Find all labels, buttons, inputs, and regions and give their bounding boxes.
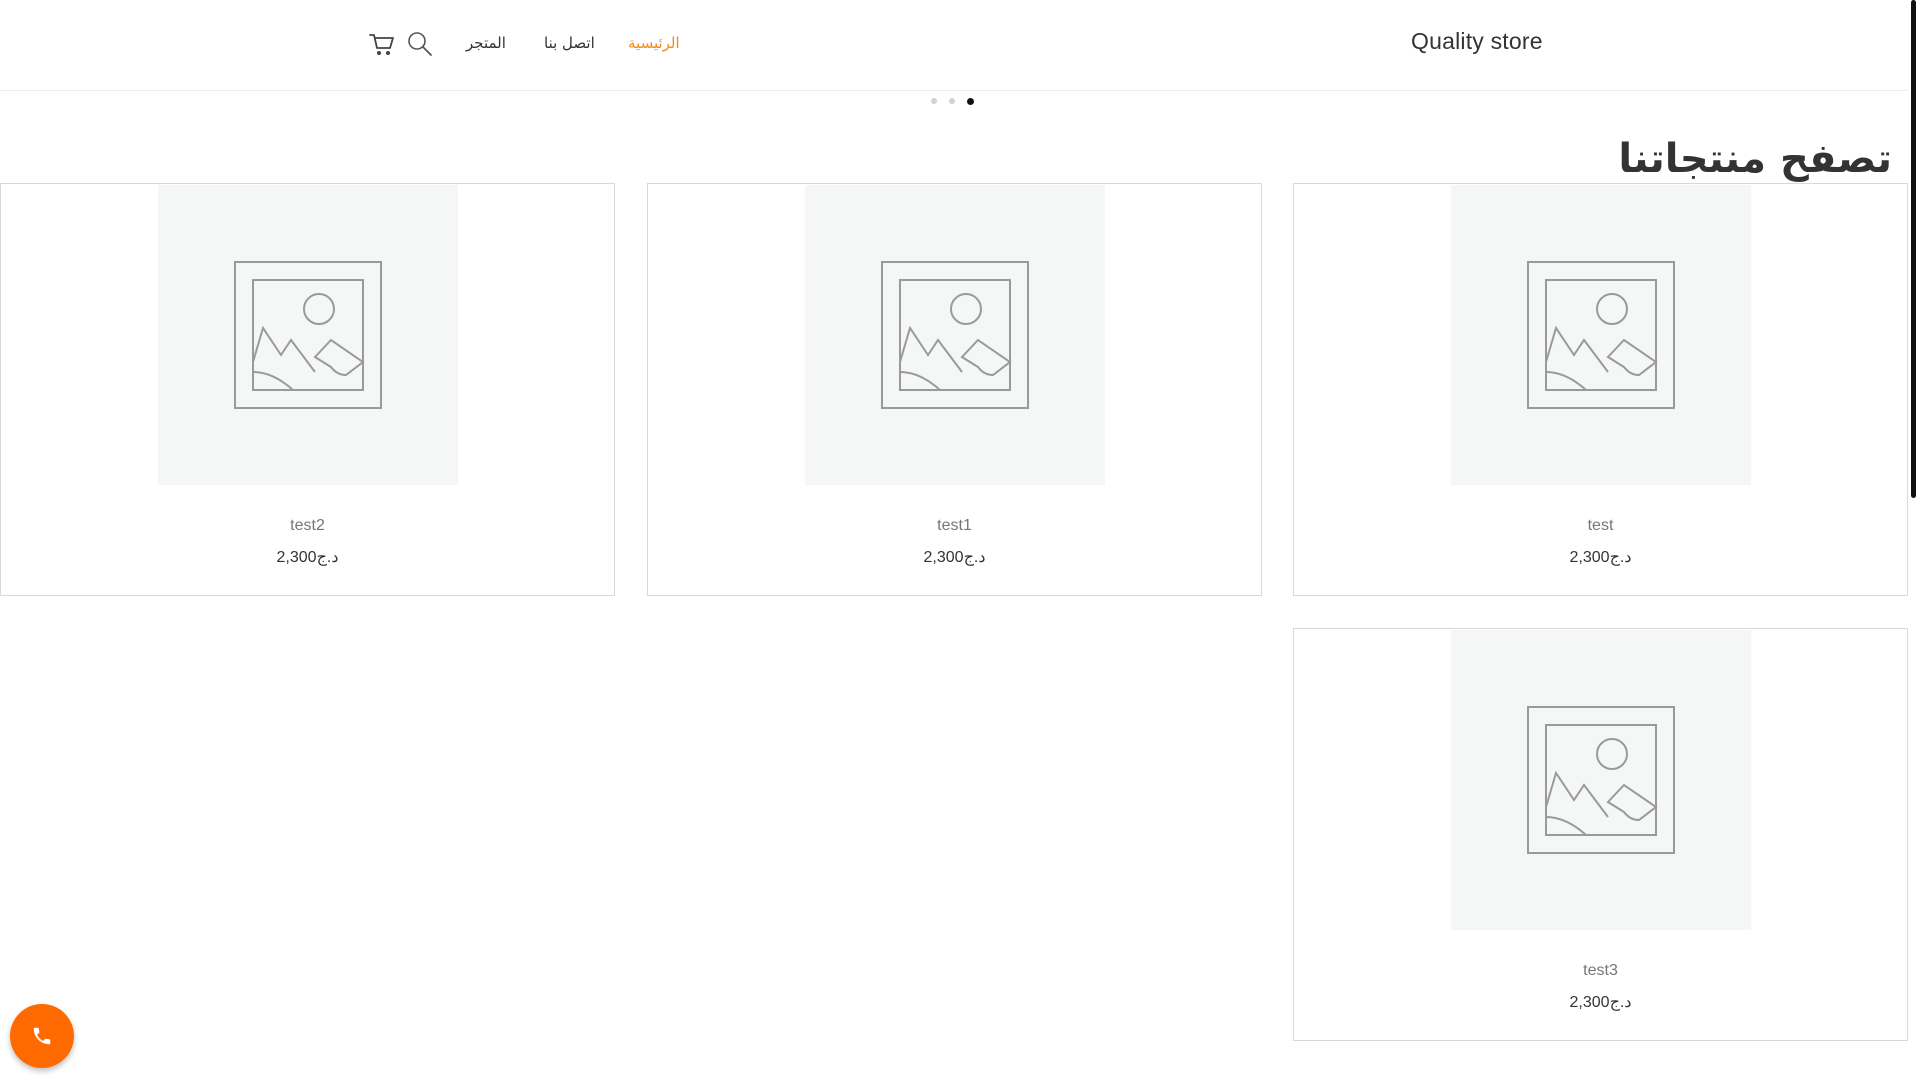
image-placeholder-icon [1527,261,1675,409]
product-card[interactable]: test1 2,300د.ج [647,183,1262,596]
brand-name[interactable]: Quality store [1411,28,1543,55]
product-price: 2,300د.ج [276,549,339,566]
product-price: 2,300د.ج [1569,994,1632,1011]
slider-dot[interactable] [931,98,937,104]
product-card[interactable]: test2 2,300د.ج [0,183,615,596]
scrollbar-thumb[interactable] [1911,0,1916,498]
search-icon[interactable] [406,30,434,58]
slider-dots [931,97,974,105]
product-card[interactable]: test 2,300د.ج [1293,183,1908,596]
phone-icon [33,1027,51,1045]
product-image-placeholder[interactable] [1451,185,1751,485]
page-scrollbar[interactable] [1908,0,1920,1080]
slider-dot-active[interactable] [967,97,974,105]
product-image-placeholder[interactable] [1451,630,1751,930]
product-name[interactable]: test [1294,517,1907,535]
site-header: Quality store الرئيسية اتصل بنا المتجر [0,0,1908,91]
product-name[interactable]: test3 [1294,962,1907,980]
nav-shop[interactable]: المتجر [466,34,506,52]
section-title: تصفح منتجاتنا [1618,136,1892,182]
call-button[interactable] [10,1004,74,1068]
product-card[interactable]: test3 2,300د.ج [1293,628,1908,1041]
product-price: 2,300د.ج [1569,549,1632,566]
image-placeholder-icon [1527,706,1675,854]
product-image-placeholder[interactable] [805,185,1105,485]
image-placeholder-icon [881,261,1029,409]
image-placeholder-icon [234,261,382,409]
nav-home[interactable]: الرئيسية [628,34,680,52]
product-image-placeholder[interactable] [158,185,458,485]
nav-contact[interactable]: اتصل بنا [544,34,595,52]
slider-dot[interactable] [949,98,955,104]
cart-icon[interactable] [368,30,396,58]
product-price: 2,300د.ج [923,549,986,566]
product-name[interactable]: test2 [1,517,614,535]
product-name[interactable]: test1 [648,517,1261,535]
